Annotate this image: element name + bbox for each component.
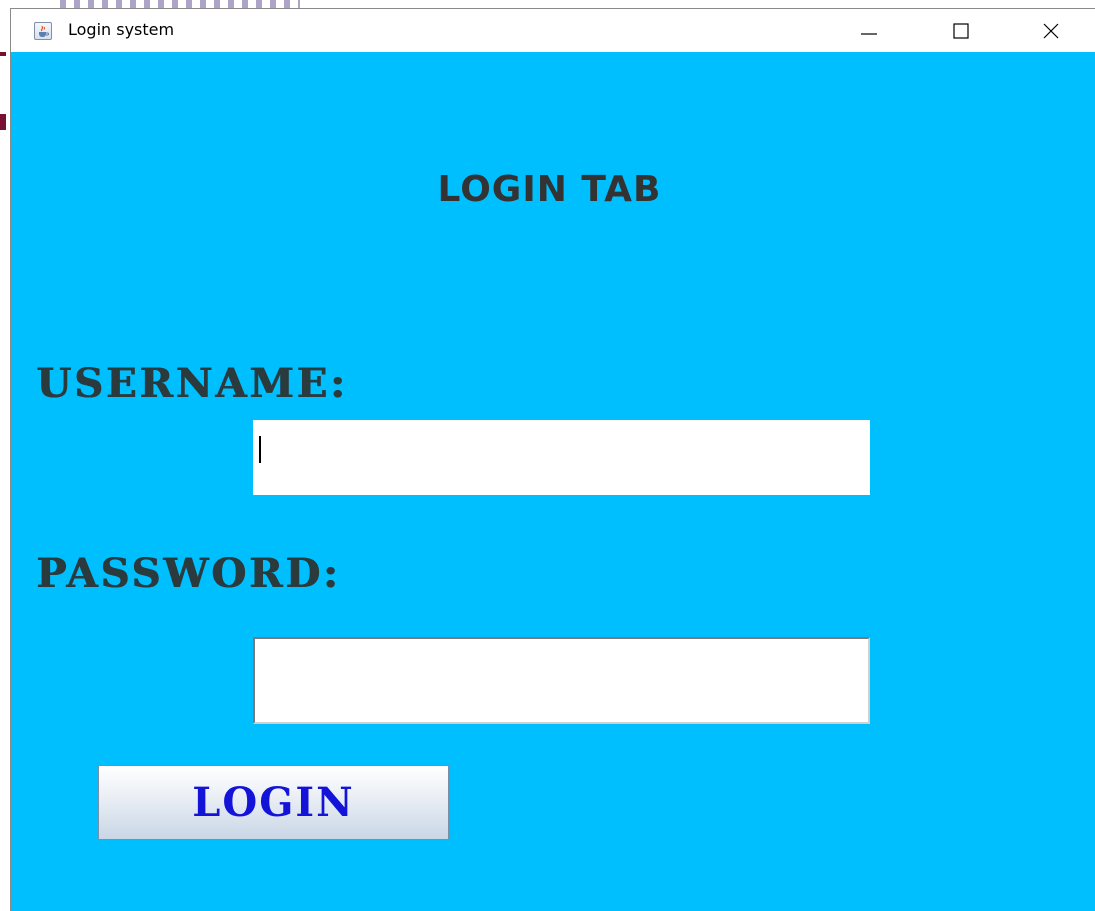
maximize-button[interactable] (938, 9, 984, 52)
page-title: LOGIN TAB (437, 169, 662, 210)
minimize-button[interactable] (846, 9, 892, 52)
background-app-mark (0, 52, 6, 56)
java-cup-icon[interactable] (34, 22, 52, 40)
login-button[interactable]: LOGIN (98, 765, 449, 840)
title-bar[interactable]: Login system (11, 9, 1095, 52)
background-app-edge (0, 0, 10, 911)
text-caret (259, 436, 261, 463)
login-window: Login system LOGIN TAB USERNAME: PASSWOR… (10, 8, 1095, 911)
username-label: USERNAME: (36, 360, 348, 407)
password-field[interactable] (253, 637, 870, 724)
password-label: PASSWORD: (36, 550, 341, 597)
username-field[interactable] (253, 420, 870, 495)
window-title: Login system (68, 20, 175, 39)
background-app-mark (0, 114, 6, 130)
close-icon (1043, 23, 1059, 38)
close-button[interactable] (1028, 9, 1074, 52)
minimize-icon (861, 32, 877, 35)
background-app-text-fragment (60, 0, 300, 8)
login-panel: LOGIN TAB USERNAME: PASSWORD: LOGIN (11, 52, 1095, 911)
maximize-icon (953, 22, 969, 39)
